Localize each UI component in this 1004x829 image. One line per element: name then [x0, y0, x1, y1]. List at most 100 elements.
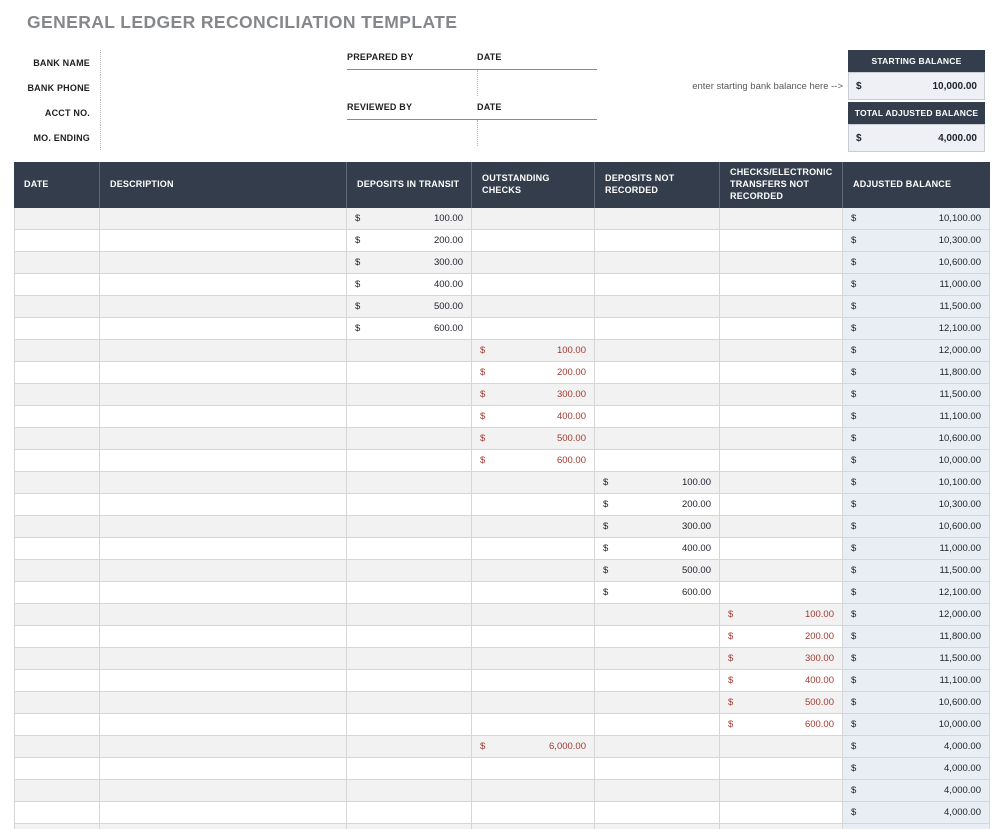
cell-adjusted-balance[interactable]: $11,800.00 — [843, 626, 990, 648]
cell-outstanding-checks[interactable] — [472, 318, 595, 340]
cell-outstanding-checks[interactable] — [472, 516, 595, 538]
cell-adjusted-balance[interactable]: $10,300.00 — [843, 230, 990, 252]
cell-date[interactable] — [14, 538, 100, 560]
cell-deposits-not-recorded[interactable] — [595, 274, 720, 296]
prepared-by-input[interactable] — [347, 70, 477, 96]
cell-adjusted-balance[interactable]: $10,100.00 — [843, 472, 990, 494]
cell-checks-electronic-transfers-not-recorded[interactable]: $100.00 — [720, 604, 843, 626]
cell-deposits-in-transit[interactable]: $100.00 — [347, 208, 472, 230]
cell-description[interactable] — [100, 340, 347, 362]
cell-deposits-in-transit[interactable] — [347, 692, 472, 714]
cell-deposits-in-transit[interactable]: $600.00 — [347, 318, 472, 340]
cell-deposits-not-recorded[interactable] — [595, 428, 720, 450]
cell-description[interactable] — [100, 714, 347, 736]
cell-description[interactable] — [100, 626, 347, 648]
cell-adjusted-balance[interactable]: $10,600.00 — [843, 428, 990, 450]
cell-checks-electronic-transfers-not-recorded[interactable] — [720, 208, 843, 230]
cell-deposits-in-transit[interactable] — [347, 406, 472, 428]
cell-description[interactable] — [100, 824, 347, 829]
cell-adjusted-balance[interactable]: $10,600.00 — [843, 516, 990, 538]
cell-deposits-not-recorded[interactable] — [595, 296, 720, 318]
cell-deposits-not-recorded[interactable] — [595, 714, 720, 736]
cell-deposits-not-recorded[interactable] — [595, 626, 720, 648]
cell-deposits-in-transit[interactable]: $200.00 — [347, 230, 472, 252]
cell-deposits-in-transit[interactable] — [347, 450, 472, 472]
cell-date[interactable] — [14, 516, 100, 538]
cell-date[interactable] — [14, 670, 100, 692]
cell-date[interactable] — [14, 560, 100, 582]
cell-date[interactable] — [14, 340, 100, 362]
cell-outstanding-checks[interactable] — [472, 252, 595, 274]
cell-outstanding-checks[interactable] — [472, 538, 595, 560]
cell-adjusted-balance[interactable]: $11,500.00 — [843, 560, 990, 582]
cell-checks-electronic-transfers-not-recorded[interactable] — [720, 736, 843, 758]
cell-checks-electronic-transfers-not-recorded[interactable] — [720, 516, 843, 538]
cell-date[interactable] — [14, 406, 100, 428]
cell-deposits-in-transit[interactable] — [347, 758, 472, 780]
cell-date[interactable] — [14, 472, 100, 494]
cell-deposits-not-recorded[interactable] — [595, 450, 720, 472]
cell-description[interactable] — [100, 670, 347, 692]
cell-date[interactable] — [14, 208, 100, 230]
cell-date[interactable] — [14, 824, 100, 829]
cell-date[interactable] — [14, 648, 100, 670]
cell-description[interactable] — [100, 758, 347, 780]
cell-checks-electronic-transfers-not-recorded[interactable] — [720, 758, 843, 780]
cell-checks-electronic-transfers-not-recorded[interactable] — [720, 780, 843, 802]
cell-outstanding-checks[interactable] — [472, 802, 595, 824]
cell-date[interactable] — [14, 802, 100, 824]
cell-description[interactable] — [100, 648, 347, 670]
cell-deposits-in-transit[interactable] — [347, 494, 472, 516]
cell-checks-electronic-transfers-not-recorded[interactable] — [720, 428, 843, 450]
cell-deposits-not-recorded[interactable] — [595, 670, 720, 692]
cell-adjusted-balance[interactable]: $4,000.00 — [843, 780, 990, 802]
cell-deposits-not-recorded[interactable] — [595, 406, 720, 428]
cell-deposits-in-transit[interactable] — [347, 340, 472, 362]
cell-deposits-not-recorded[interactable] — [595, 648, 720, 670]
cell-checks-electronic-transfers-not-recorded[interactable] — [720, 582, 843, 604]
cell-deposits-not-recorded[interactable]: $300.00 — [595, 516, 720, 538]
cell-checks-electronic-transfers-not-recorded[interactable]: $600.00 — [720, 714, 843, 736]
cell-date[interactable] — [14, 296, 100, 318]
cell-deposits-in-transit[interactable] — [347, 538, 472, 560]
cell-deposits-in-transit[interactable] — [347, 560, 472, 582]
cell-deposits-not-recorded[interactable] — [595, 384, 720, 406]
cell-date[interactable] — [14, 604, 100, 626]
starting-balance-value-cell[interactable]: $ 10,000.00 — [848, 72, 985, 100]
cell-outstanding-checks[interactable] — [472, 670, 595, 692]
cell-date[interactable] — [14, 362, 100, 384]
cell-adjusted-balance[interactable]: $11,100.00 — [843, 406, 990, 428]
cell-adjusted-balance[interactable]: $12,000.00 — [843, 340, 990, 362]
cell-description[interactable] — [100, 692, 347, 714]
cell-outstanding-checks[interactable] — [472, 758, 595, 780]
cell-checks-electronic-transfers-not-recorded[interactable] — [720, 318, 843, 340]
cell-description[interactable] — [100, 780, 347, 802]
cell-description[interactable] — [100, 252, 347, 274]
cell-description[interactable] — [100, 516, 347, 538]
cell-outstanding-checks[interactable] — [472, 208, 595, 230]
cell-date[interactable] — [14, 758, 100, 780]
cell-date[interactable] — [14, 582, 100, 604]
cell-deposits-in-transit[interactable] — [347, 362, 472, 384]
cell-outstanding-checks[interactable] — [472, 604, 595, 626]
cell-date[interactable] — [14, 714, 100, 736]
cell-date[interactable] — [14, 450, 100, 472]
cell-deposits-in-transit[interactable] — [347, 384, 472, 406]
cell-deposits-not-recorded[interactable] — [595, 780, 720, 802]
cell-date[interactable] — [14, 274, 100, 296]
cell-deposits-in-transit[interactable] — [347, 428, 472, 450]
cell-outstanding-checks[interactable] — [472, 296, 595, 318]
cell-checks-electronic-transfers-not-recorded[interactable] — [720, 230, 843, 252]
bank-form-input[interactable] — [100, 125, 341, 150]
cell-deposits-not-recorded[interactable] — [595, 252, 720, 274]
cell-adjusted-balance[interactable]: $11,500.00 — [843, 384, 990, 406]
cell-outstanding-checks[interactable] — [472, 274, 595, 296]
cell-adjusted-balance[interactable]: $4,000.00 — [843, 802, 990, 824]
cell-description[interactable] — [100, 274, 347, 296]
cell-description[interactable] — [100, 582, 347, 604]
cell-description[interactable] — [100, 472, 347, 494]
reviewed-date-input[interactable] — [477, 120, 597, 146]
cell-date[interactable] — [14, 626, 100, 648]
cell-deposits-in-transit[interactable]: $300.00 — [347, 252, 472, 274]
cell-deposits-not-recorded[interactable] — [595, 230, 720, 252]
